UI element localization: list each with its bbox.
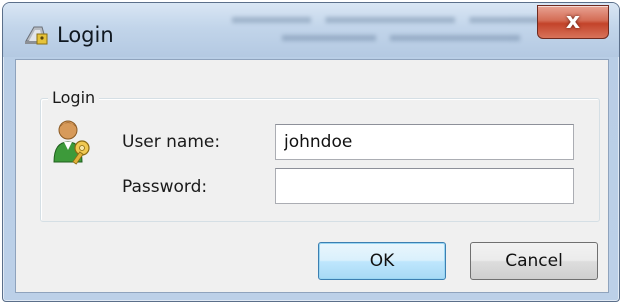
cancel-button[interactable]: Cancel [470, 242, 598, 280]
username-label: User name: [122, 132, 221, 152]
username-input[interactable] [275, 124, 574, 160]
background-blur [203, 9, 563, 49]
password-label: Password: [122, 177, 208, 197]
window-title: Login [57, 23, 114, 47]
user-key-icon [53, 120, 90, 165]
ok-button[interactable]: OK [318, 242, 446, 280]
groupbox-label: Login [48, 88, 100, 107]
close-icon: x [565, 9, 581, 34]
title-bar[interactable]: Login x [3, 3, 619, 57]
password-input[interactable] [275, 168, 574, 204]
login-key-icon [25, 26, 48, 45]
login-dialog: Login x Login User name: Password: OK Ca… [2, 2, 620, 302]
close-button[interactable]: x [537, 5, 609, 39]
dialog-body: Login User name: Password: OK Cancel [15, 59, 609, 293]
